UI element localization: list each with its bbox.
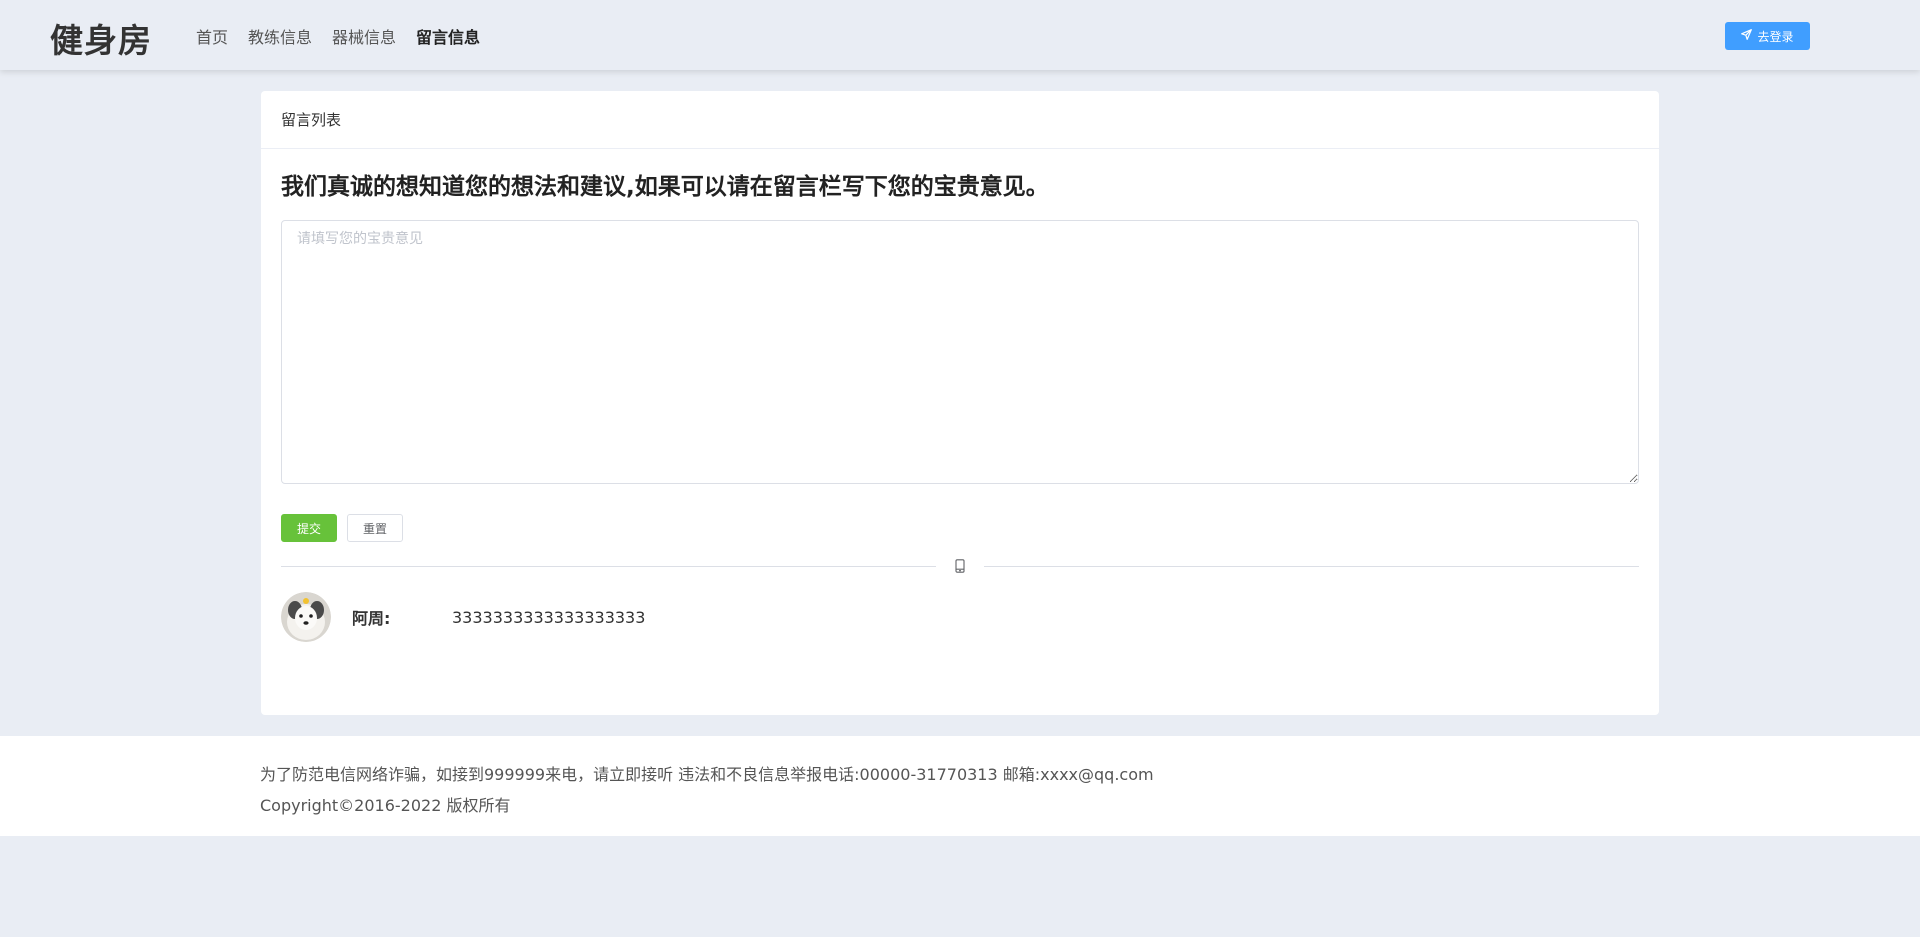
- footer-copyright: Copyright©2016-2022 版权所有: [260, 796, 511, 815]
- main-nav: 首页 教练信息 器械信息 留言信息: [196, 24, 480, 48]
- footer-notice: 为了防范电信网络诈骗，如接到999999来电，请立即接听 违法和不良信息举报电话…: [260, 765, 1154, 784]
- comment-author: 阿周:: [352, 609, 391, 628]
- send-icon: [1741, 29, 1753, 43]
- card-title: 留言列表: [281, 111, 342, 129]
- nav-item-home[interactable]: 首页: [196, 24, 228, 48]
- site-logo[interactable]: 健身房: [50, 14, 152, 62]
- submit-button[interactable]: 提交: [281, 514, 338, 542]
- nav-item-messages[interactable]: 留言信息: [416, 24, 480, 48]
- nav-item-coaches[interactable]: 教练信息: [248, 24, 312, 48]
- comment-content: 3333333333333333333: [452, 607, 646, 627]
- mobile-phone-icon: [936, 557, 984, 575]
- avatar: [281, 592, 331, 642]
- card-body: 我们真诚的想知道您的想法和建议,如果可以请在留言栏写下您的宝贵意见。 提交 重置: [261, 172, 1659, 642]
- comment-item: 阿周: 3333333333333333333: [281, 592, 1639, 642]
- message-card: 留言列表 我们真诚的想知道您的想法和建议,如果可以请在留言栏写下您的宝贵意见。 …: [261, 91, 1659, 715]
- page-footer: 为了防范电信网络诈骗，如接到999999来电，请立即接听 违法和不良信息举报电话…: [0, 736, 1920, 836]
- top-navbar: 健身房 首页 教练信息 器械信息 留言信息 去登录: [0, 0, 1920, 70]
- login-button-label: 去登录: [1757, 29, 1794, 44]
- card-header: 留言列表: [261, 91, 1659, 149]
- reset-button[interactable]: 重置: [347, 514, 404, 542]
- page-headline: 我们真诚的想知道您的想法和建议,如果可以请在留言栏写下您的宝贵意见。: [281, 174, 1049, 200]
- form-actions: 提交 重置: [281, 514, 1639, 542]
- message-textarea[interactable]: [281, 220, 1639, 484]
- content-divider: [281, 557, 1639, 575]
- login-button[interactable]: 去登录: [1725, 22, 1810, 50]
- nav-item-equipment[interactable]: 器械信息: [332, 24, 396, 48]
